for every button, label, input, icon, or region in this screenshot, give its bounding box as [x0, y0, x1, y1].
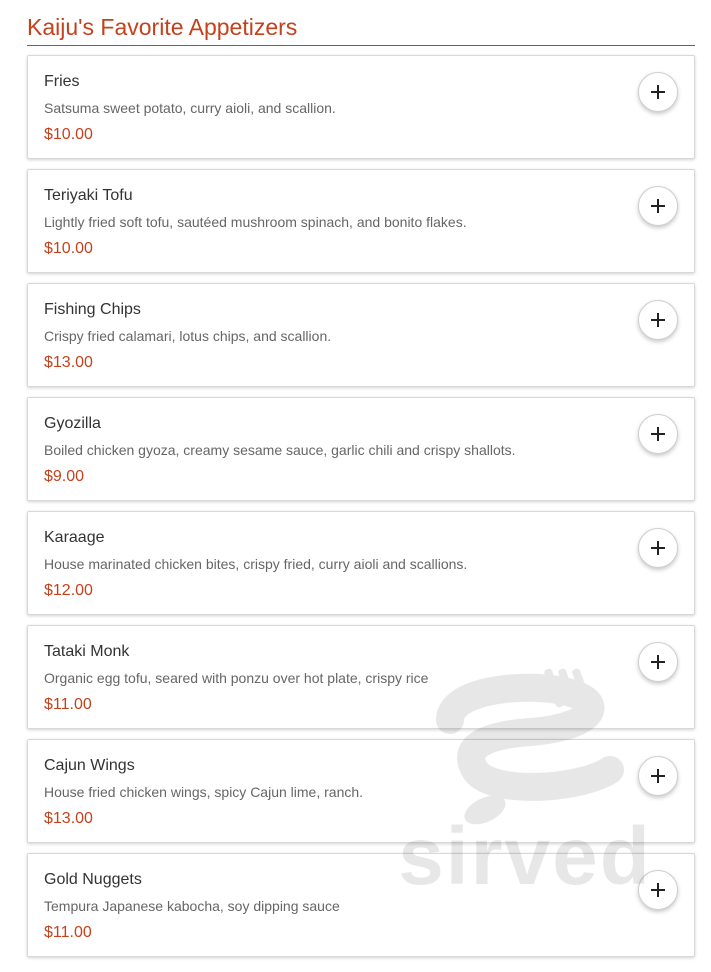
add-item-button[interactable]	[638, 72, 678, 112]
item-description: Tempura Japanese kabocha, soy dipping sa…	[44, 898, 340, 914]
item-name: Tataki Monk	[44, 643, 130, 660]
item-name: Cajun Wings	[44, 757, 135, 774]
menu-item-card[interactable]: Tataki Monk Organic egg tofu, seared wit…	[27, 625, 695, 729]
item-price: $10.00	[44, 240, 93, 257]
add-item-button[interactable]	[638, 642, 678, 682]
add-item-button[interactable]	[638, 756, 678, 796]
item-description: Organic egg tofu, seared with ponzu over…	[44, 670, 429, 686]
item-name: Gyozilla	[44, 415, 101, 432]
menu-item-card[interactable]: Fries Satsuma sweet potato, curry aioli,…	[27, 55, 695, 159]
item-price: $12.00	[44, 582, 93, 599]
item-price: $10.00	[44, 126, 93, 143]
item-price: $13.00	[44, 810, 93, 827]
plus-icon	[651, 199, 665, 213]
menu-item-list: Fries Satsuma sweet potato, curry aioli,…	[27, 55, 695, 957]
menu-item-card[interactable]: Karaage House marinated chicken bites, c…	[27, 511, 695, 615]
item-price: $13.00	[44, 354, 93, 371]
item-price: $11.00	[44, 696, 92, 713]
plus-icon	[651, 541, 665, 555]
add-item-button[interactable]	[638, 870, 678, 910]
plus-icon	[651, 769, 665, 783]
section-title: Kaiju's Favorite Appetizers	[27, 0, 695, 46]
add-item-button[interactable]	[638, 300, 678, 340]
menu-item-card[interactable]: Gold Nuggets Tempura Japanese kabocha, s…	[27, 853, 695, 957]
item-description: Satsuma sweet potato, curry aioli, and s…	[44, 100, 336, 116]
menu-item-card[interactable]: Fishing Chips Crispy fried calamari, lot…	[27, 283, 695, 387]
add-item-button[interactable]	[638, 414, 678, 454]
item-name: Fries	[44, 73, 80, 90]
item-name: Teriyaki Tofu	[44, 187, 133, 204]
item-description: House marinated chicken bites, crispy fr…	[44, 556, 468, 572]
item-description: Crispy fried calamari, lotus chips, and …	[44, 328, 332, 344]
item-description: Boiled chicken gyoza, creamy sesame sauc…	[44, 442, 516, 458]
menu-item-card[interactable]: Gyozilla Boiled chicken gyoza, creamy se…	[27, 397, 695, 501]
item-description: Lightly fried soft tofu, sautéed mushroo…	[44, 214, 467, 230]
add-item-button[interactable]	[638, 186, 678, 226]
item-name: Fishing Chips	[44, 301, 141, 318]
item-price: $11.00	[44, 924, 92, 941]
menu-section: Kaiju's Favorite Appetizers Fries Satsum…	[27, 0, 695, 967]
plus-icon	[651, 85, 665, 99]
plus-icon	[651, 883, 665, 897]
item-name: Gold Nuggets	[44, 871, 142, 888]
plus-icon	[651, 427, 665, 441]
plus-icon	[651, 655, 665, 669]
item-name: Karaage	[44, 529, 105, 546]
item-description: House fried chicken wings, spicy Cajun l…	[44, 784, 364, 800]
plus-icon	[651, 313, 665, 327]
menu-item-card[interactable]: Teriyaki Tofu Lightly fried soft tofu, s…	[27, 169, 695, 273]
menu-item-card[interactable]: Cajun Wings House fried chicken wings, s…	[27, 739, 695, 843]
add-item-button[interactable]	[638, 528, 678, 568]
item-price: $9.00	[44, 468, 85, 485]
